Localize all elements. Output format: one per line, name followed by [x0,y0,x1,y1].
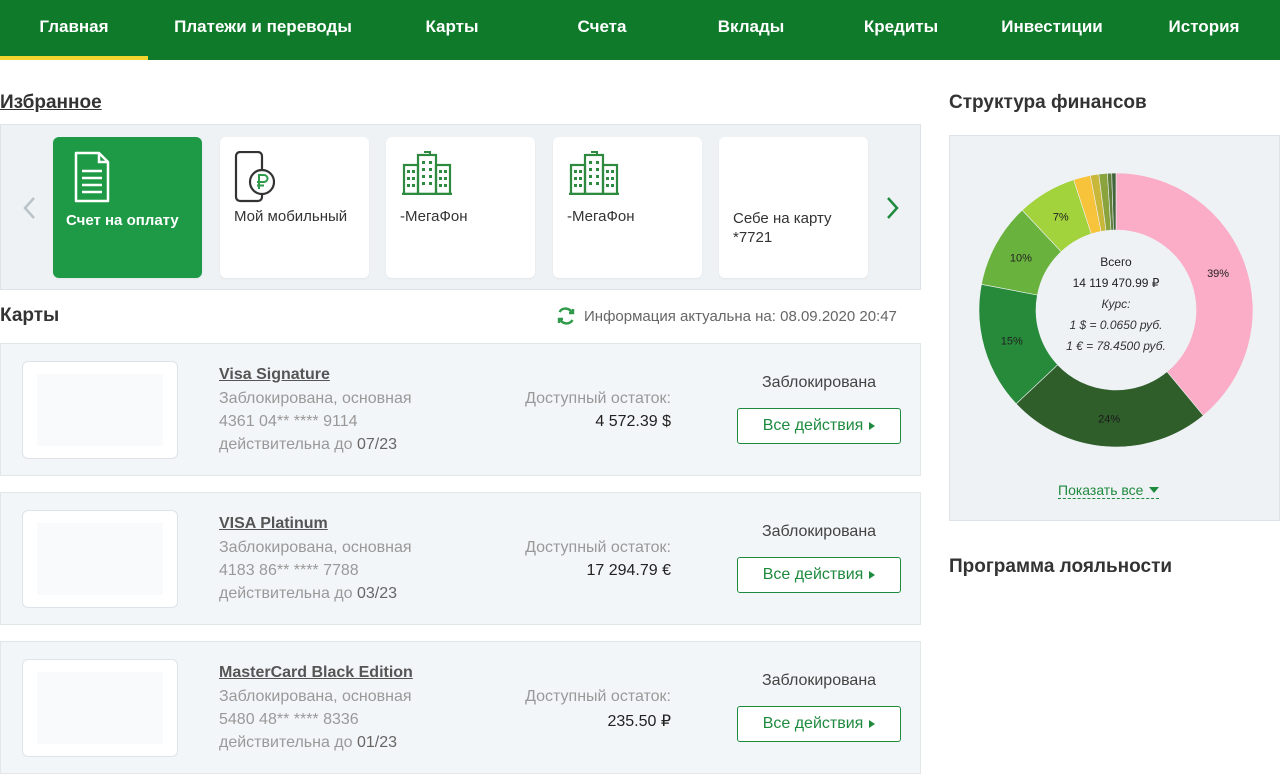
rate-usd: 1 $ = 0.0650 руб. [1069,318,1163,332]
nav-item-home[interactable]: Главная [0,0,148,60]
caret-down-icon [1149,487,1160,493]
card-validity: действительна до 01/23 [219,734,397,752]
balance-value: 4 572.39 $ [595,413,671,430]
donut-slice-label: 24% [1098,413,1120,425]
balance-label: Доступный остаток: [525,539,671,556]
card-name[interactable]: Visa Signature [219,366,330,384]
validity-prefix: действительна до [219,585,353,602]
caret-right-icon [869,571,876,579]
all-actions-button[interactable]: Все действия [737,557,901,593]
card-status-line: Заблокирована, основная [219,539,412,556]
validity-date: 01/23 [357,734,398,751]
balance-value: 17 294.79 € [586,562,671,579]
nav-item-investments[interactable]: Инвестиции [988,0,1116,60]
chevron-left-icon [23,197,35,219]
card-image[interactable] [22,510,178,608]
all-actions-button[interactable]: Все действия [737,408,901,444]
building-icon [400,151,454,200]
card-name[interactable]: MasterCard Black Edition [219,664,413,682]
card-status: Заблокирована [761,672,877,689]
nav-item-accounts[interactable]: Счета [542,0,662,60]
card-validity: действительна до 07/23 [219,436,397,454]
card-image[interactable] [22,361,178,459]
favorites-title[interactable]: Избранное [0,92,102,114]
refresh-info: Информация актуальна на: 08.09.2020 20:4… [556,306,897,326]
nav-item-payments[interactable]: Платежи и переводы [150,0,376,60]
card-status-line: Заблокирована, основная [219,688,412,705]
balance-value: 235.50 ₽ [607,713,671,730]
favorite-invoice[interactable]: Счет на оплату [53,137,202,278]
card-number: 4361 04** **** 9114 [219,413,358,430]
donut-slice-label: 7% [1053,212,1069,224]
all-actions-label: Все действия [762,715,864,732]
total-value: 14 119 470.99 ₽ [1072,276,1160,290]
all-actions-button[interactable]: Все действия [737,706,901,742]
rate-eur: 1 € = 78.4500 руб. [1066,339,1166,353]
caret-right-icon [869,720,876,728]
all-actions-label: Все действия [762,417,864,434]
all-actions-label: Все действия [762,566,864,583]
balance-label: Доступный остаток: [525,390,671,407]
finance-title: Структура финансов [949,92,1147,113]
chevron-right-icon [887,197,899,219]
balance-label: Доступный остаток: [525,688,671,705]
rate-label: Курс: [1101,297,1131,311]
card-status: Заблокирована [761,523,877,540]
phone-ruble-icon [234,150,276,208]
building-icon [567,151,621,200]
card-row: Visa Signature Заблокирована, основная 4… [0,343,921,476]
favorite-label: Себе на карту *7721 [733,210,832,246]
favorite-my-mobile[interactable]: Мой мобильный [220,137,369,278]
loyalty-title: Программа лояльности [949,556,1173,577]
show-all-label: Показать все [1058,482,1144,498]
total-label: Всего [1100,255,1132,269]
refresh-icon[interactable] [556,306,576,326]
validity-prefix: действительна до [219,436,353,453]
card-image[interactable] [22,659,178,757]
favorite-megafon-1[interactable]: -МегаФон [386,137,535,278]
card-number: 4183 86** **** 7788 [219,562,359,579]
card-name[interactable]: VISA Platinum [219,515,328,533]
validity-prefix: действительна до [219,734,353,751]
card-number: 5480 48** **** 8336 [219,711,359,728]
show-all-button[interactable]: Показать все [1058,482,1160,499]
card-status-line: Заблокирована, основная [219,390,412,407]
caret-right-icon [869,422,876,430]
favorite-label: Мой мобильный [234,208,348,225]
card-status: Заблокирована [761,374,877,391]
cards-title: Карты [0,305,60,326]
finance-panel: 39% 24% 15% 10% 7% Всего 14 119 470.99 ₽ Кур… [949,135,1280,521]
carousel-next-button[interactable] [873,125,913,291]
validity-date: 03/23 [357,585,398,602]
donut-center: Всего 14 119 470.99 ₽ Курс: 1 $ = 0.0650… [1008,252,1224,357]
top-navigation: Главная Платежи и переводы Карты Счета В… [0,0,1280,60]
nav-item-cards[interactable]: Карты [392,0,512,60]
favorite-megafon-2[interactable]: -МегаФон [553,137,702,278]
favorite-label: -МегаФон [400,208,468,225]
favorites-carousel: Счет на оплату Мой мобильный -МегаФон -М… [0,124,921,290]
favorite-label: -МегаФон [567,208,635,225]
nav-item-deposits[interactable]: Вклады [690,0,812,60]
nav-item-history[interactable]: История [1140,0,1268,60]
card-row: MasterCard Black Edition Заблокирована, … [0,641,921,774]
favorite-self-transfer[interactable]: Себе на карту *7721 [719,137,868,278]
document-icon [73,151,111,208]
favorite-label: Счет на оплату [66,212,179,229]
card-validity: действительна до 03/23 [219,585,397,603]
validity-date: 07/23 [357,436,398,453]
card-row: VISA Platinum Заблокирована, основная 41… [0,492,921,625]
carousel-prev-button[interactable] [9,125,49,291]
nav-item-credits[interactable]: Кредиты [840,0,962,60]
updated-text: Информация актуальна на: 08.09.2020 20:4… [584,307,897,325]
